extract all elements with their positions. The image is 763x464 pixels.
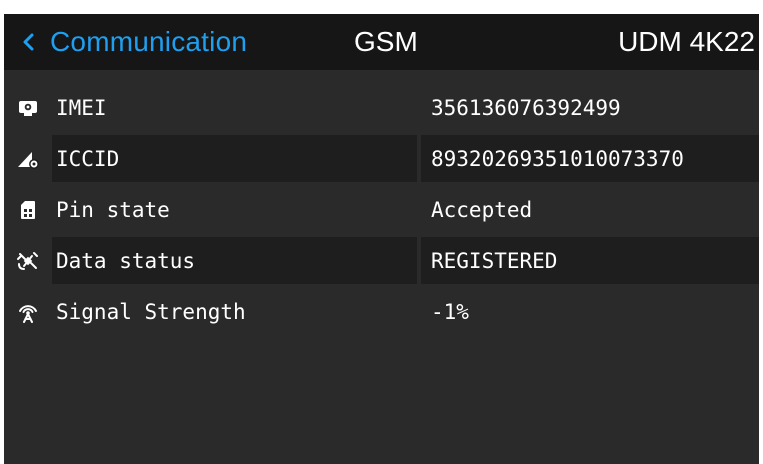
row-value: 356136076392499 [431,95,621,120]
device-id-icon [4,84,52,131]
row-value: REGISTERED [431,248,558,273]
info-list: IMEI 356136076392499 ICCID 8932026935101… [4,84,759,339]
chevron-left-icon [18,31,40,53]
list-item-imei: IMEI 356136076392499 [4,84,759,131]
back-label: Communication [50,26,248,57]
antenna-signal-icon [4,288,52,335]
list-item-data-status: Data status REGISTERED [4,237,759,284]
row-label: Pin state [56,197,170,222]
satellite-icon [4,237,52,284]
list-item-signal-strength: Signal Strength -1% [4,288,759,335]
list-item-iccid: ICCID 89320269351010073370 [4,135,759,182]
row-label: Signal Strength [56,299,246,324]
row-label: Data status [56,248,196,273]
device-name: UDM 4K22 [618,26,755,57]
back-button[interactable]: Communication [18,22,247,62]
row-value: 89320269351010073370 [431,146,684,171]
section-title: GSM [354,26,418,57]
row-value: Accepted [431,197,533,222]
gsm-screen: Communication GSM UDM 4K22 IMEI 35613607… [4,14,759,464]
sim-settings-icon [4,135,52,182]
list-item-pin-state: Pin state Accepted [4,186,759,233]
sim-card-icon [4,186,52,233]
row-label: IMEI [56,95,107,120]
row-label: ICCID [56,146,120,171]
row-value: -1% [431,299,469,324]
header-bar: Communication GSM UDM 4K22 [4,14,759,70]
